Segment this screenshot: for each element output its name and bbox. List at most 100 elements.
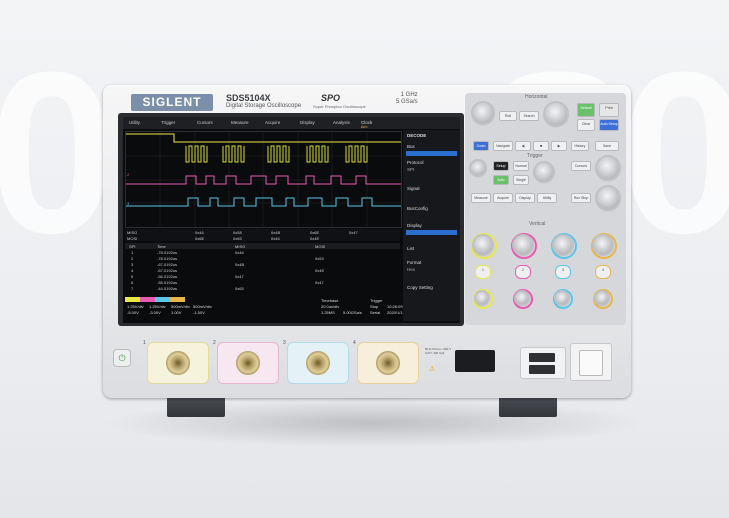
waveform-grid[interactable]: 2 3: [125, 131, 402, 228]
default-button[interactable]: Default: [577, 103, 595, 117]
ch3-bnc-connector[interactable]: [306, 351, 330, 375]
ch2-input[interactable]: 2: [213, 340, 279, 384]
side-menu-copy-setting[interactable]: Copy Setting: [407, 285, 433, 290]
bus-value: 0x6E: [195, 236, 205, 241]
universal-knob[interactable]: [597, 157, 619, 179]
table-row[interactable]: 2 -78.0192us 0x53: [125, 256, 400, 261]
menu-analysis[interactable]: Analysis: [333, 120, 350, 125]
history-button[interactable]: History: [571, 141, 589, 151]
ch1-offset-knob[interactable]: [476, 292, 488, 304]
display-toggle[interactable]: [406, 230, 457, 235]
save-button[interactable]: Save: [595, 141, 619, 151]
nav-stop-button[interactable]: ■: [533, 141, 549, 151]
ch4-offset-knob[interactable]: [596, 292, 608, 304]
display-screen[interactable]: Utility Trigger Cursors Measure Acquire …: [123, 117, 460, 323]
warning-icon: ⚠: [429, 366, 436, 373]
side-menu-protocol[interactable]: Protocol: [407, 160, 424, 165]
ch1-input[interactable]: 1: [143, 340, 209, 384]
setup-button[interactable]: Setup: [493, 161, 509, 171]
usb-port-1[interactable]: [529, 353, 555, 362]
ch3-tag[interactable]: [155, 297, 170, 302]
bus-selector[interactable]: [406, 151, 457, 156]
display-button[interactable]: Display: [515, 193, 535, 203]
ch2-offset-knob[interactable]: [516, 292, 528, 304]
side-menu-display[interactable]: Display: [407, 223, 422, 228]
side-menu-signal[interactable]: Signal: [407, 186, 420, 191]
ch3-offset: 1.00V: [171, 310, 182, 315]
trigger-level-knob[interactable]: [471, 161, 485, 175]
power-button[interactable]: ⏻: [113, 349, 131, 367]
trigger-knob[interactable]: [535, 163, 553, 181]
menu-measure[interactable]: Measure: [231, 120, 249, 125]
screen-menu-bar: Utility Trigger Cursors Measure Acquire …: [123, 117, 460, 129]
sample-points: 1.25MS: [321, 310, 335, 315]
menu-acquire[interactable]: Acquire: [265, 120, 280, 125]
ch2-scale: 1.25V/div: [149, 304, 166, 309]
table-row[interactable]: 1 -78.0192us 0x46: [125, 250, 400, 255]
ch3-offset-knob[interactable]: [556, 292, 568, 304]
bus-label-mosi: MOSI: [127, 236, 138, 241]
ch4-button[interactable]: 4: [595, 265, 611, 279]
menu-cursors[interactable]: Cursors: [197, 120, 213, 125]
usb-port-2[interactable]: [529, 365, 555, 374]
ch1-offset: -5.00V: [127, 310, 139, 315]
clear-sweep-button[interactable]: Clear Sweep: [577, 119, 595, 131]
ch3-button[interactable]: 3: [555, 265, 571, 279]
nav-right-button[interactable]: ▶: [551, 141, 567, 151]
timebase-knob[interactable]: [545, 103, 567, 125]
run-stop-button[interactable]: Run Stop: [571, 193, 591, 203]
auto-trigger-button[interactable]: Auto: [493, 175, 509, 185]
trigger-label: Trigger: [370, 298, 383, 303]
col-miso: MISO: [235, 244, 246, 249]
decode-list-table[interactable]: SPI Time MISO MOSI 1 -78.0192us 0x46 2 -78…: [125, 243, 400, 295]
ch4-input[interactable]: 4: [353, 340, 419, 384]
side-menu-busconfig[interactable]: BusConfig: [407, 206, 428, 211]
section-vertical: Vertical: [529, 221, 546, 227]
single-button[interactable]: Single: [513, 175, 529, 185]
side-menu-list[interactable]: List: [407, 246, 414, 251]
auxiliary-display: [455, 350, 495, 372]
normal-button[interactable]: Normal: [513, 161, 529, 171]
menu-trigger[interactable]: Trigger: [161, 120, 175, 125]
ch2-bnc-connector[interactable]: [236, 351, 260, 375]
ch3-scale-knob[interactable]: [554, 236, 572, 254]
ch3-input-number: 3: [283, 340, 286, 346]
table-row[interactable]: 3 -67.0192us 0x4B: [125, 262, 400, 267]
roll-button[interactable]: Roll: [499, 111, 517, 121]
ch2-scale-knob[interactable]: [514, 236, 532, 254]
acquire-button[interactable]: Acquire: [493, 193, 513, 203]
ch1-bnc-connector[interactable]: [166, 351, 190, 375]
ch4-scale-knob[interactable]: [594, 236, 612, 254]
ch2-button[interactable]: 2: [515, 265, 531, 279]
menu-utility[interactable]: Utility: [129, 120, 140, 125]
ch1-scale-knob[interactable]: [474, 236, 492, 254]
ch3-input[interactable]: 3: [283, 340, 349, 384]
utility-button[interactable]: Utility: [537, 193, 557, 203]
ch4-tag[interactable]: [170, 297, 185, 302]
side-connector[interactable]: [579, 350, 603, 376]
horizontal-position-knob[interactable]: [473, 103, 493, 123]
table-row[interactable]: 5 -56.0192us 0x47: [125, 274, 400, 279]
auto-setup-button[interactable]: Auto Setup: [599, 119, 619, 131]
table-row[interactable]: 4 -67.0192us 0x4E: [125, 268, 400, 273]
table-row[interactable]: 7 -44.0192us 0x65: [125, 286, 400, 291]
ch2-tag[interactable]: [140, 297, 155, 302]
zoom-button[interactable]: Zoom: [473, 141, 489, 151]
search-button[interactable]: Search: [519, 111, 539, 121]
nav-left-button[interactable]: ◀: [515, 141, 531, 151]
navigate-button[interactable]: Navigate: [493, 141, 513, 151]
side-menu-bus[interactable]: Bus: [407, 144, 415, 149]
clock-time: 10:26:09: [387, 304, 403, 309]
intensity-knob[interactable]: [597, 187, 619, 209]
ch1-tag[interactable]: [125, 297, 140, 302]
ch4-bnc-connector[interactable]: [376, 351, 400, 375]
ch1-button[interactable]: 1: [475, 265, 491, 279]
usb-panel: [520, 347, 566, 379]
measure-button[interactable]: Measure: [471, 193, 491, 203]
timebase-value: 20.0us/div: [321, 304, 340, 309]
print-button[interactable]: Print: [599, 103, 619, 117]
table-row[interactable]: 6 -55.0192us 0x47: [125, 280, 400, 285]
side-menu-format[interactable]: Format: [407, 260, 421, 265]
cursors-button[interactable]: Cursors: [571, 161, 591, 171]
menu-display[interactable]: Display: [300, 120, 315, 125]
